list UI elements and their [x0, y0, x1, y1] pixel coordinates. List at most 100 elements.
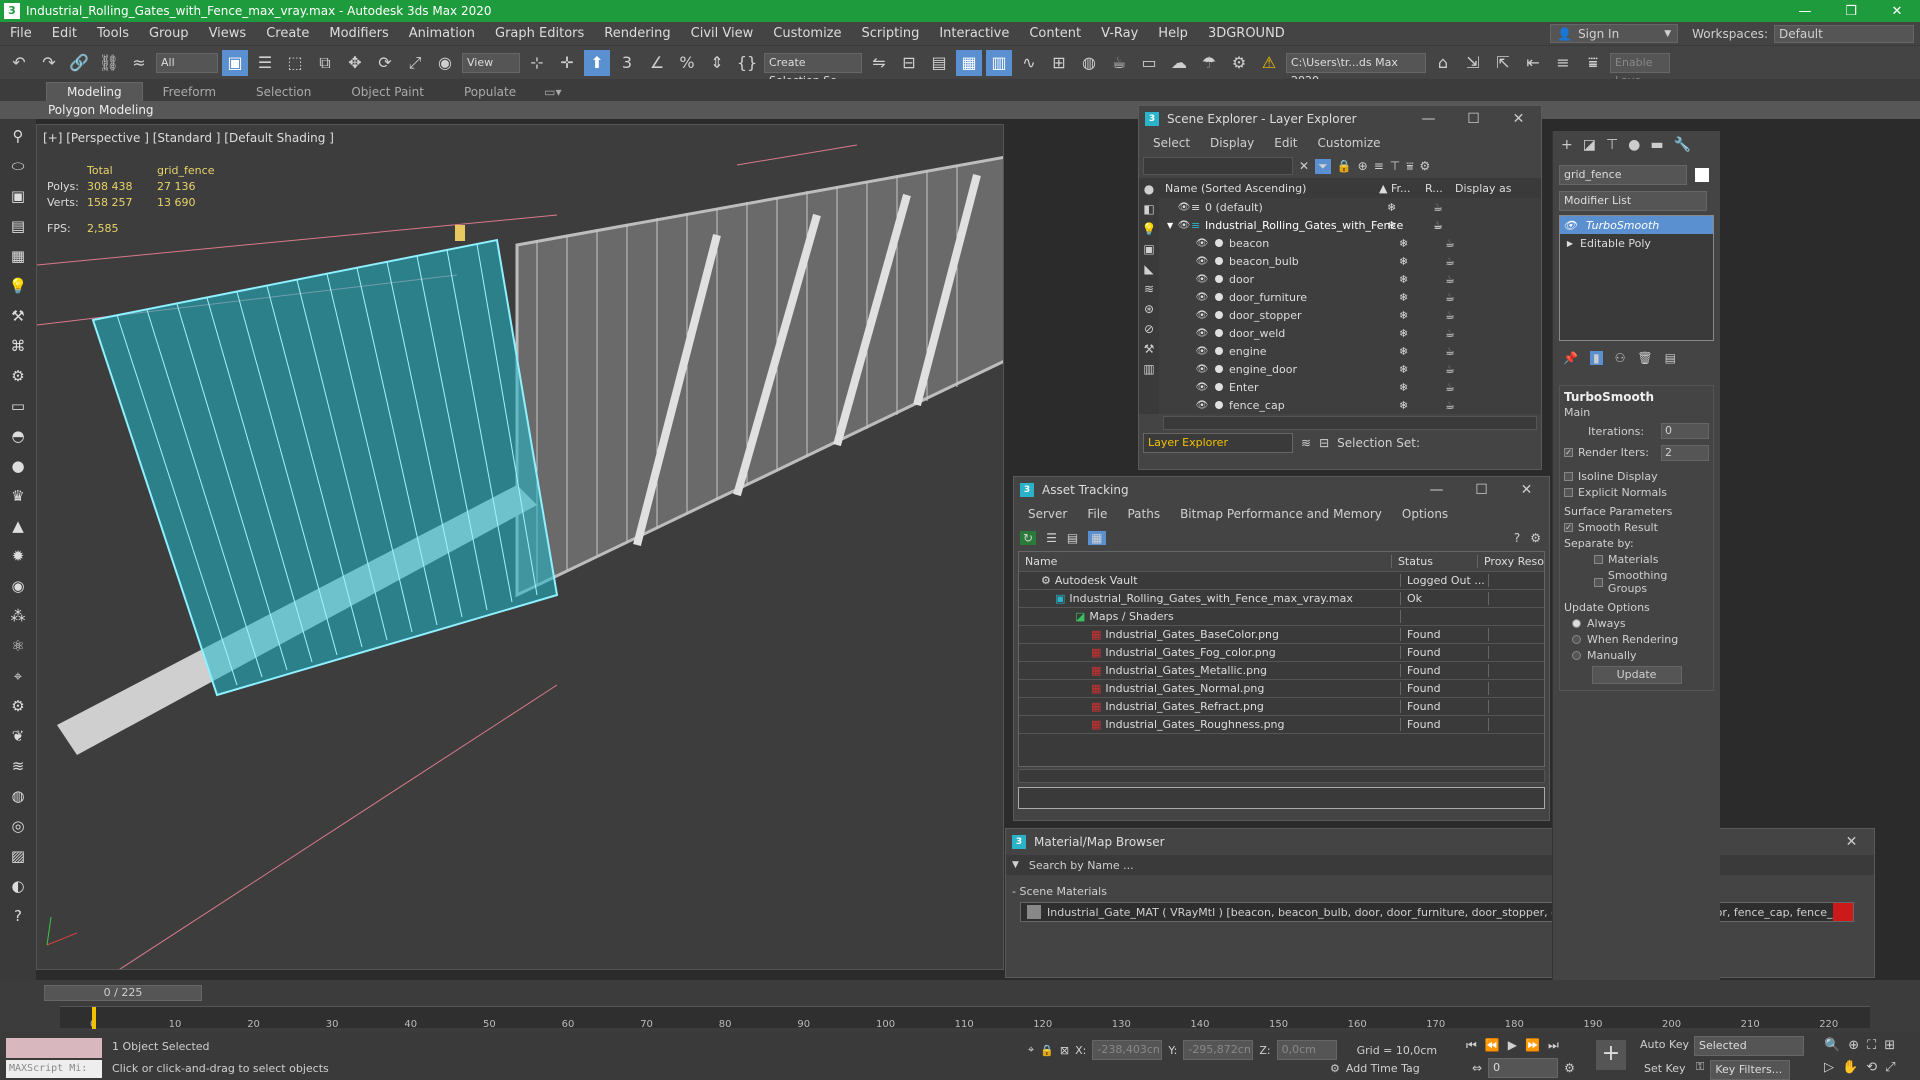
tab-modeling[interactable]: Modeling: [46, 82, 143, 101]
display-icon[interactable]: ▣: [5, 183, 31, 209]
percent-snap-icon[interactable]: %: [674, 50, 700, 76]
pan-icon[interactable]: ✋: [1842, 1060, 1858, 1075]
object-color-swatch[interactable]: [1695, 168, 1709, 182]
pivot-center-icon[interactable]: ⊹: [524, 50, 550, 76]
unlink-icon[interactable]: ⛓: [96, 50, 122, 76]
zoom-extents-icon[interactable]: ⛶: [1867, 1038, 1876, 1053]
eye-icon[interactable]: 👁: [1195, 238, 1209, 249]
filter-icon[interactable]: ⏷: [1315, 158, 1331, 174]
eye-icon[interactable]: 👁: [1195, 400, 1209, 411]
table-row[interactable]: ▦ Industrial_Gates_Refract.png Found: [1019, 698, 1544, 716]
time-slider[interactable]: 0 / 225: [44, 985, 202, 1001]
at-menu-bitmap[interactable]: Bitmap Performance and Memory: [1170, 507, 1392, 521]
tree-row-object[interactable]: 👁 door_furniture ❄ ☕: [1159, 288, 1541, 306]
select-by-name-icon[interactable]: ☰: [252, 50, 278, 76]
eye-icon[interactable]: 👁: [1195, 382, 1209, 393]
eye-icon[interactable]: 👁: [1195, 346, 1209, 357]
rendered-frame-window-icon[interactable]: ▭: [1136, 50, 1162, 76]
zoom-extents-all-icon[interactable]: ⊞: [1884, 1038, 1895, 1053]
se-col-name[interactable]: Name (Sorted Ascending): [1159, 182, 1379, 195]
shapes-icon[interactable]: ◣: [1144, 262, 1153, 276]
always-radio[interactable]: [1572, 619, 1581, 628]
at-path-field[interactable]: [1018, 787, 1545, 809]
redo-icon[interactable]: ↷: [36, 50, 62, 76]
absolute-mode-icon[interactable]: ⊠: [1060, 1044, 1069, 1057]
tree-row-layer[interactable]: ▼ 👁 ≡ Industrial_Rolling_Gates_with_Fence ❄ ☕: [1159, 216, 1541, 234]
systems-icon[interactable]: ⚙: [5, 363, 31, 389]
display-tab-icon[interactable]: ▬: [1650, 137, 1663, 153]
go-to-end-icon[interactable]: ⏭: [1548, 1038, 1559, 1053]
minimize-icon[interactable]: —: [1414, 482, 1459, 498]
next-frame-icon[interactable]: ⏩: [1525, 1038, 1540, 1053]
menu-animation[interactable]: Animation: [399, 26, 485, 41]
motion-tab-icon[interactable]: ●: [1628, 137, 1640, 153]
se-search-input[interactable]: [1143, 157, 1293, 175]
table-row[interactable]: ▦ Industrial_Gates_Metallic.png Found: [1019, 662, 1544, 680]
grid-icon[interactable]: ▦: [5, 243, 31, 269]
previous-frame-icon[interactable]: ⏪: [1485, 1038, 1500, 1053]
object-name-field[interactable]: grid_fence: [1559, 165, 1687, 185]
render-teapot-icon[interactable]: ☕: [1445, 327, 1455, 340]
auto-key-button[interactable]: Auto Key: [1640, 1038, 1689, 1051]
table-row[interactable]: ▦ Industrial_Gates_BaseColor.png Found: [1019, 626, 1544, 644]
material-icon[interactable]: ◐: [5, 873, 31, 899]
menu-create[interactable]: Create: [256, 26, 319, 41]
close-icon[interactable]: ✕: [1496, 111, 1541, 127]
particles-icon[interactable]: ⁂: [5, 603, 31, 629]
layers-stack-icon[interactable]: ≡: [1374, 159, 1384, 173]
angle-snap-icon[interactable]: ∠: [644, 50, 670, 76]
table-row[interactable]: ◪ Maps / Shaders: [1019, 608, 1544, 626]
render-teapot-icon[interactable]: ☕: [1445, 237, 1455, 250]
rollout-title[interactable]: TurboSmooth: [1564, 390, 1709, 404]
close-icon[interactable]: ✕: [1829, 834, 1874, 850]
ball-icon[interactable]: ◉: [5, 573, 31, 599]
at-col-name[interactable]: Name: [1019, 555, 1392, 568]
menu-file[interactable]: File: [0, 26, 42, 41]
timeline-track[interactable]: 0102030405060708090100110120130140150160…: [60, 1006, 1870, 1030]
menu-3dground[interactable]: 3DGROUND: [1198, 26, 1295, 41]
configure-sets-icon[interactable]: ▤: [1665, 351, 1676, 365]
layer-explorer-icon[interactable]: ▦: [956, 49, 982, 76]
se-menu-edit[interactable]: Edit: [1264, 136, 1307, 150]
eye-icon[interactable]: 👁: [1195, 256, 1209, 267]
set-key-button[interactable]: Set Key: [1644, 1062, 1686, 1075]
render-icon[interactable]: ▨: [5, 843, 31, 869]
table-row[interactable]: ▦ Industrial_Gates_Roughness.png Found: [1019, 716, 1544, 734]
asset-tracking-titlebar[interactable]: 3 Asset Tracking — ☐ ✕: [1014, 477, 1549, 503]
table-row[interactable]: ▦ Industrial_Gates_Fog_color.png Found: [1019, 644, 1544, 662]
eye-icon[interactable]: 👁: [1195, 292, 1209, 303]
render-iters-spinner[interactable]: 2: [1661, 444, 1709, 461]
freeze-icon[interactable]: ❄: [1399, 273, 1445, 286]
render-teapot-icon[interactable]: ☕: [1445, 291, 1455, 304]
maxscript-mini-listener[interactable]: MAXScript Mi:: [6, 1060, 102, 1078]
render-active-shade-icon[interactable]: ⚙: [1226, 50, 1252, 76]
eye-icon[interactable]: 👁: [1177, 202, 1191, 213]
align-icon[interactable]: ⊟: [896, 50, 922, 76]
edit-named-selection-icon[interactable]: {}: [734, 50, 760, 76]
z-coordinate-field[interactable]: 0,0cm: [1276, 1040, 1337, 1060]
selection-filter-dropdown[interactable]: All: [156, 52, 218, 73]
sun-icon[interactable]: ✹: [5, 543, 31, 569]
tab-freeform[interactable]: Freeform: [143, 83, 236, 101]
stack-icon[interactable]: ⩸: [1580, 50, 1606, 76]
hedra-icon[interactable]: ♛: [5, 483, 31, 509]
render-teapot-icon[interactable]: ☕: [1445, 363, 1455, 376]
material-item[interactable]: Industrial_Gate_MAT ( VRayMtl ) [beacon,…: [1020, 902, 1854, 922]
minimize-icon[interactable]: —: [1406, 111, 1451, 127]
clear-icon[interactable]: ✕: [1299, 159, 1309, 173]
freeze-icon[interactable]: ❄: [1399, 363, 1445, 376]
render-setup-icon[interactable]: ☕: [1106, 50, 1132, 76]
go-to-start-icon[interactable]: ⏮: [1466, 1038, 1477, 1053]
render-teapot-icon[interactable]: ☕: [1445, 399, 1455, 412]
workspaces-dropdown[interactable]: Default: [1774, 24, 1914, 43]
rig-icon[interactable]: ⌖: [5, 663, 31, 689]
detail-view-icon[interactable]: ▤: [1067, 531, 1078, 545]
at-menu-paths[interactable]: Paths: [1117, 507, 1170, 521]
current-frame-marker[interactable]: [92, 1007, 96, 1029]
eye-icon[interactable]: 👁: [1195, 310, 1209, 321]
plant-icon[interactable]: ❦: [5, 723, 31, 749]
smoothing-groups-checkbox[interactable]: [1594, 577, 1603, 587]
stack-item-turbosmooth[interactable]: 👁 TurboSmooth: [1560, 216, 1713, 234]
curve-editor-icon[interactable]: ∿: [1016, 50, 1042, 76]
se-col-display[interactable]: Display as: [1455, 182, 1512, 195]
